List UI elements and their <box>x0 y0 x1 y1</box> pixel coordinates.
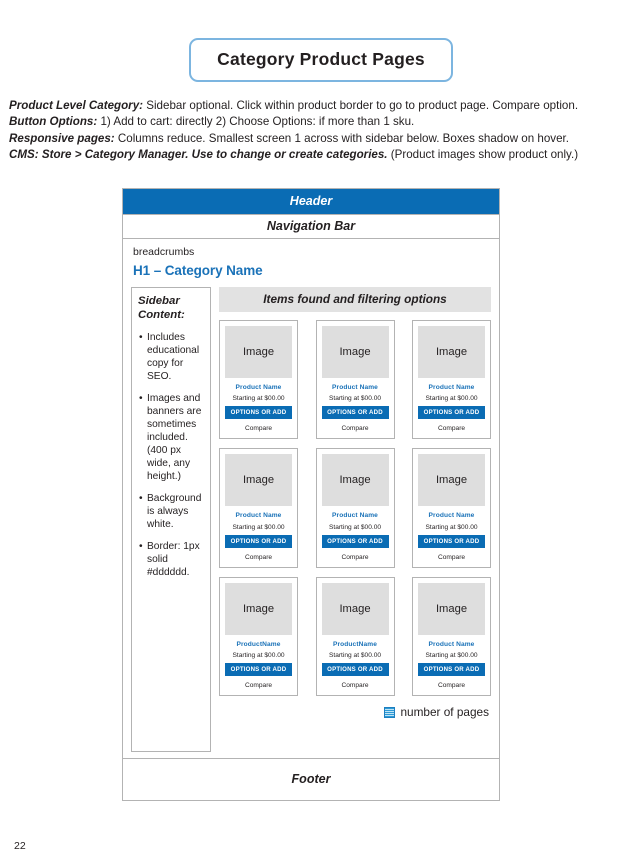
options-or-add-button[interactable]: OPTIONS OR ADD <box>321 406 389 420</box>
product-price: Starting at $00.00 <box>425 395 478 403</box>
product-image-placeholder: Image <box>225 582 292 635</box>
options-or-add-button[interactable]: OPTIONS OR ADD <box>321 663 389 677</box>
product-price: Starting at $00.00 <box>328 395 382 403</box>
content-columns: Sidebar Content: Includes educational co… <box>131 287 491 752</box>
wireframe-mockup: Header Navigation Bar breadcrumbs H1 – C… <box>122 188 500 801</box>
note-rest-4: (Product images show product only.) <box>387 148 579 162</box>
sidebar-list-item: Includes educational copy for SEO. <box>139 331 205 383</box>
pagination[interactable]: number of pages <box>219 705 491 719</box>
product-card[interactable]: Image Product Name Starting at $00.00 OP… <box>315 448 395 568</box>
product-card[interactable]: Image Product Name Starting at $00.00 OP… <box>219 448 298 568</box>
breadcrumb[interactable]: breadcrumbs <box>131 246 491 258</box>
product-grid: Image Product Name Starting at $00.00 OP… <box>219 320 491 697</box>
product-price: Starting at $00.00 <box>232 523 285 531</box>
options-or-add-button[interactable]: OPTIONS OR ADD <box>225 534 292 548</box>
options-or-add-button[interactable]: OPTIONS OR ADD <box>321 534 389 548</box>
sidebar-list: Includes educational copy for SEO. Image… <box>138 331 205 579</box>
product-card[interactable]: Image ProductName Starting at $00.00 OPT… <box>315 576 395 697</box>
page-title-box: Category Product Pages <box>189 38 453 82</box>
note-rest-3: Columns reduce. Smallest screen 1 across… <box>114 131 569 145</box>
notes-block: Product Level Category: Sidebar optional… <box>9 98 635 164</box>
compare-link[interactable]: Compare <box>418 425 485 432</box>
product-name[interactable]: Product Name <box>418 384 485 392</box>
navigation-bar[interactable]: Navigation Bar <box>123 214 499 239</box>
page-title: Category Product Pages <box>217 49 425 69</box>
product-image-placeholder: Image <box>321 582 389 635</box>
product-card[interactable]: Image Product Name Starting at $00.00 OP… <box>315 320 395 440</box>
compare-link[interactable]: Compare <box>418 554 485 561</box>
product-image-placeholder: Image <box>225 326 292 378</box>
image-placeholder-icon <box>384 706 396 718</box>
sidebar-list-item: Images and banners are sometimes include… <box>139 392 205 483</box>
product-image-placeholder: Image <box>418 582 485 635</box>
page-number: 22 <box>14 840 26 852</box>
product-name[interactable]: ProductName <box>322 641 389 649</box>
options-or-add-button[interactable]: OPTIONS OR ADD <box>418 534 485 548</box>
product-main-column: Items found and filtering options Image … <box>219 287 491 719</box>
compare-link[interactable]: Compare <box>225 554 292 561</box>
sidebar: Sidebar Content: Includes educational co… <box>131 287 211 752</box>
product-card[interactable]: Image Product Name Starting at $00.00 OP… <box>219 320 298 440</box>
compare-link[interactable]: Compare <box>225 425 292 432</box>
product-row: Image Product Name Starting at $00.00 OP… <box>219 320 491 440</box>
compare-link[interactable]: Compare <box>225 682 292 689</box>
options-or-add-button[interactable]: OPTIONS OR ADD <box>225 406 292 420</box>
page-content-area: breadcrumbs H1 – Category Name Sidebar C… <box>123 239 499 758</box>
compare-link[interactable]: Compare <box>322 554 389 561</box>
note-lead-4: CMS: Store > Category Manager. Use to ch… <box>9 148 388 162</box>
product-card[interactable]: Image Product Name Starting at $00.00 OP… <box>412 320 491 440</box>
product-price: Starting at $00.00 <box>328 652 382 660</box>
note-line-4: CMS: Store > Category Manager. Use to ch… <box>9 147 635 163</box>
site-header-bar: Header <box>123 189 499 214</box>
compare-link[interactable]: Compare <box>418 682 485 689</box>
product-name[interactable]: Product Name <box>322 512 389 520</box>
options-or-add-button[interactable]: OPTIONS OR ADD <box>418 406 485 420</box>
product-price: Starting at $00.00 <box>328 523 382 531</box>
note-line-1: Product Level Category: Sidebar optional… <box>9 98 635 114</box>
compare-link[interactable]: Compare <box>322 425 389 432</box>
page-title-container: Category Product Pages <box>0 38 642 82</box>
product-image-placeholder: Image <box>418 326 485 378</box>
note-rest-1: Sidebar optional. Click within product b… <box>143 99 579 112</box>
product-image-placeholder: Image <box>225 454 292 507</box>
note-lead-1: Product Level Category: <box>9 99 144 112</box>
product-name[interactable]: Product Name <box>225 512 292 520</box>
product-price: Starting at $00.00 <box>425 652 478 660</box>
product-image-placeholder: Image <box>321 454 389 507</box>
options-or-add-button[interactable]: OPTIONS OR ADD <box>225 663 292 677</box>
product-price: Starting at $00.00 <box>232 395 285 403</box>
note-line-2: Button Options: 1) Add to cart: directly… <box>9 114 635 130</box>
product-price: Starting at $00.00 <box>232 652 285 660</box>
site-footer-bar: Footer <box>123 758 499 800</box>
category-heading: H1 – Category Name <box>133 263 263 278</box>
sidebar-list-item: Background is always white. <box>139 492 205 531</box>
sidebar-list-item: Border: 1px solid #dddddd. <box>139 540 205 579</box>
product-name[interactable]: Product Name <box>322 384 389 392</box>
product-card[interactable]: Image ProductName Starting at $00.00 OPT… <box>219 576 298 697</box>
pagination-label: number of pages <box>400 705 489 720</box>
note-line-3: Responsive pages: Columns reduce. Smalle… <box>9 131 635 147</box>
note-lead-2: Button Options: <box>9 115 98 129</box>
compare-link[interactable]: Compare <box>322 682 389 689</box>
note-lead-3: Responsive pages: <box>9 131 115 145</box>
note-rest-2: 1) Add to cart: directly 2) Choose Optio… <box>97 115 415 129</box>
product-card[interactable]: Image Product Name Starting at $00.00 OP… <box>412 576 491 697</box>
product-name[interactable]: Product Name <box>418 641 485 649</box>
product-row: Image ProductName Starting at $00.00 OPT… <box>219 576 491 697</box>
product-image-placeholder: Image <box>418 454 485 507</box>
filter-bar[interactable]: Items found and filtering options <box>219 287 491 312</box>
product-name[interactable]: Product Name <box>418 512 485 520</box>
product-card[interactable]: Image Product Name Starting at $00.00 OP… <box>412 448 491 568</box>
product-name[interactable]: Product Name <box>225 384 292 392</box>
sidebar-title: Sidebar Content: <box>138 295 185 321</box>
product-name[interactable]: ProductName <box>225 641 292 649</box>
product-price: Starting at $00.00 <box>425 523 478 531</box>
product-image-placeholder: Image <box>321 326 389 378</box>
options-or-add-button[interactable]: OPTIONS OR ADD <box>418 663 485 677</box>
product-row: Image Product Name Starting at $00.00 OP… <box>219 448 491 568</box>
